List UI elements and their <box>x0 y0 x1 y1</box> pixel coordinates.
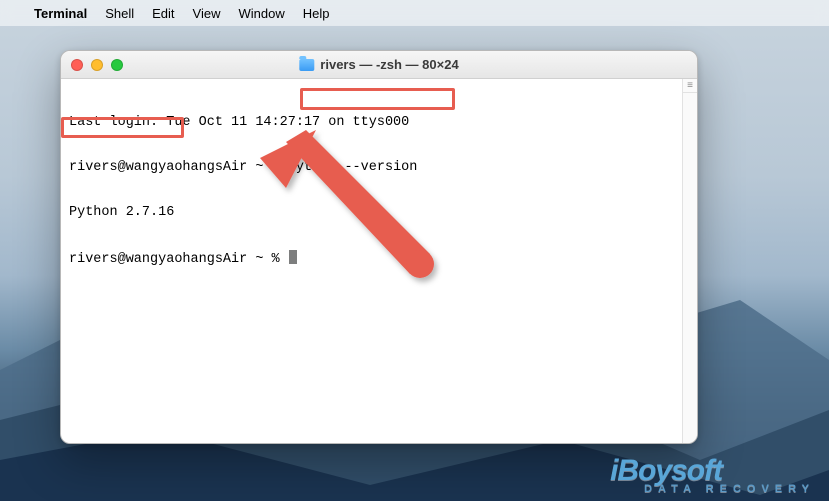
watermark-logo: iBoysoft DATA RECOVERY <box>610 456 815 495</box>
zoom-icon[interactable] <box>111 59 123 71</box>
terminal-window: rivers — -zsh — 80×24 Last login: Tue Oc… <box>60 50 698 444</box>
terminal-line-command: rivers@wangyaohangsAir ~ % Python --vers… <box>69 160 689 175</box>
traffic-lights <box>71 59 123 71</box>
minimize-icon[interactable] <box>91 59 103 71</box>
terminal-line-lastlogin: Last login: Tue Oct 11 14:27:17 on ttys0… <box>69 115 689 130</box>
watermark-tagline: DATA RECOVERY <box>644 484 815 495</box>
menubar-item-window[interactable]: Window <box>239 6 285 21</box>
terminal-line-prompt: rivers@wangyaohangsAir ~ % <box>69 250 689 267</box>
terminal-line-output: Python 2.7.16 <box>69 205 689 220</box>
window-title-text: rivers — -zsh — 80×24 <box>320 57 458 72</box>
macos-menubar: Terminal Shell Edit View Window Help <box>0 0 829 26</box>
menubar-appname[interactable]: Terminal <box>34 6 87 21</box>
scroll-up-icon[interactable]: ≡ <box>683 79 697 93</box>
close-icon[interactable] <box>71 59 83 71</box>
cursor-icon <box>289 250 297 264</box>
terminal-output-area[interactable]: Last login: Tue Oct 11 14:27:17 on ttys0… <box>61 79 697 443</box>
menubar-item-help[interactable]: Help <box>303 6 330 21</box>
folder-icon <box>299 59 314 71</box>
scrollbar[interactable]: ≡ <box>682 79 697 443</box>
menubar-item-edit[interactable]: Edit <box>152 6 174 21</box>
menubar-item-view[interactable]: View <box>193 6 221 21</box>
window-titlebar[interactable]: rivers — -zsh — 80×24 <box>61 51 697 79</box>
window-title: rivers — -zsh — 80×24 <box>299 57 458 72</box>
menubar-item-shell[interactable]: Shell <box>105 6 134 21</box>
